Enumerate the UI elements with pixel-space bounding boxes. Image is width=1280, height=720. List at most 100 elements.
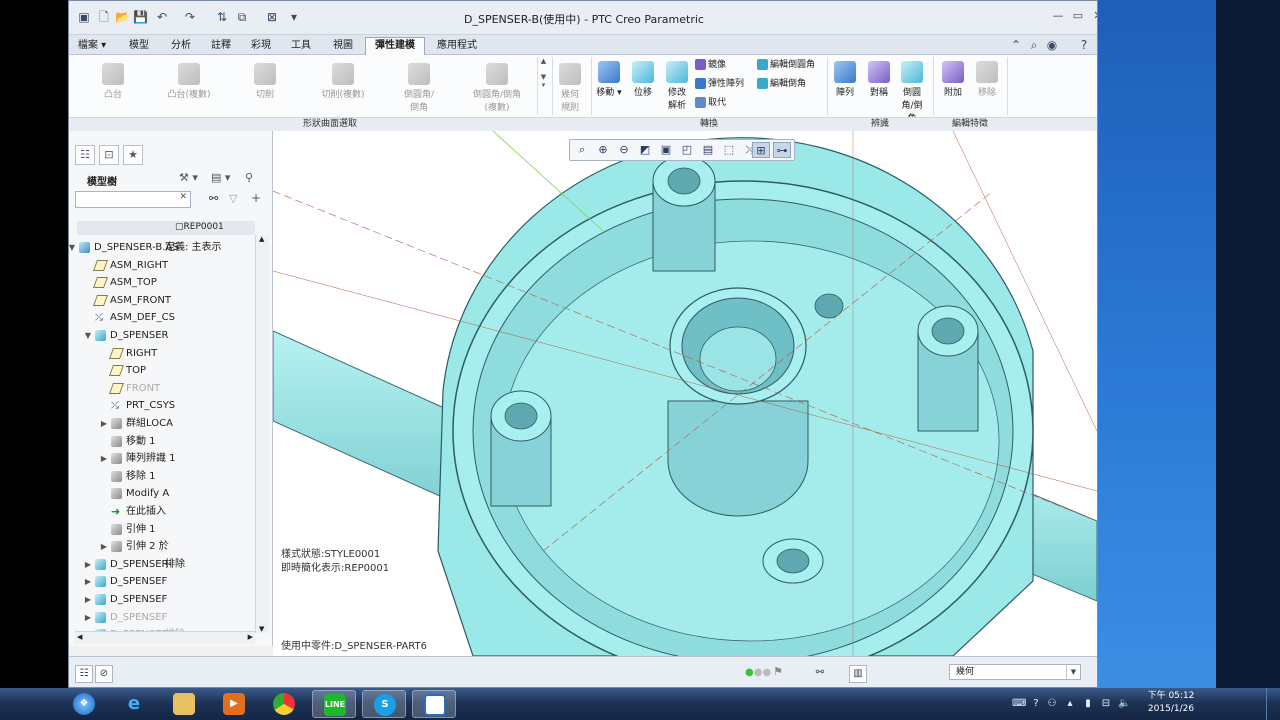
filter-icon[interactable]: ▽: [229, 192, 237, 205]
spin-center-icon[interactable]: ⊞: [752, 142, 770, 158]
open-folder-icon[interactable]: 📂: [115, 10, 130, 24]
help-icon[interactable]: ?: [1077, 38, 1091, 52]
zoom-in-icon[interactable]: ⊕: [594, 142, 612, 158]
geometry-rules-button[interactable]: 幾何規則: [553, 63, 587, 113]
tree-item[interactable]: Modify A: [69, 485, 269, 502]
tree-item[interactable]: ▼ D_SPENSER-B.AS 定義: 主表示: [69, 239, 269, 256]
app-icon[interactable]: ▣: [77, 10, 91, 24]
tab-tools[interactable]: 工具: [281, 38, 321, 55]
quick-access-dropdown-icon[interactable]: ▾: [287, 10, 301, 24]
expand-icon[interactable]: ▶: [99, 415, 109, 432]
search-icon[interactable]: ⌕: [1027, 38, 1041, 52]
tab-model[interactable]: 模型: [119, 38, 159, 55]
favorites-tab-icon[interactable]: ★: [123, 145, 143, 165]
protrusion-multiple-button[interactable]: 凸台(複數): [161, 63, 217, 100]
tray-network-icon[interactable]: ⊟: [1100, 698, 1112, 710]
tree-item[interactable]: ▼ D_SPENSER: [69, 327, 269, 344]
tree-item[interactable]: FRONT: [69, 380, 269, 397]
collapse-icon[interactable]: ▼: [83, 327, 93, 344]
tree-filters-icon[interactable]: ⚲: [245, 171, 253, 184]
taskbar-skype[interactable]: S: [362, 690, 406, 718]
protrusion-button[interactable]: 凸台: [89, 63, 137, 100]
expand-icon[interactable]: ▶: [83, 609, 93, 626]
tree-item[interactable]: 移除 1: [69, 468, 269, 485]
modify-analytic-button[interactable]: 修改解析: [661, 61, 693, 111]
perspective-icon[interactable]: ⬚: [720, 142, 738, 158]
ptc-community-icon[interactable]: ◉: [1045, 38, 1059, 52]
edit-round-button[interactable]: 編輯倒圓角: [757, 57, 815, 73]
folder-browser-tab-icon[interactable]: ⊡: [99, 145, 119, 165]
tree-item[interactable]: 引伸 1: [69, 521, 269, 538]
add-column-icon[interactable]: +: [251, 191, 261, 205]
recognize-symmetry-button[interactable]: 對稱: [863, 61, 895, 98]
saved-orientations-icon[interactable]: ◰: [678, 142, 696, 158]
maximize-button[interactable]: ▭: [1069, 8, 1087, 24]
display-style-icon[interactable]: ▣: [657, 142, 675, 158]
tab-analysis[interactable]: 分析: [161, 38, 201, 55]
annotation-display-icon[interactable]: ⊶: [773, 142, 791, 158]
model-tree-tab-icon[interactable]: ☷: [75, 145, 95, 165]
graphics-window[interactable]: ⌕ ⊕ ⊖ ◩ ▣ ◰ ▤ ⬚ ⤯ ⊞ ⊶ 樣式狀態:STYLE0001 即時簡…: [273, 131, 1097, 656]
mirror-button[interactable]: 鏡像: [695, 57, 726, 73]
tray-volume-icon[interactable]: 🔈: [1118, 698, 1130, 710]
round-chamfer-multiple-button[interactable]: 倒圓角/倒角(複數): [467, 63, 527, 113]
cut-multiple-button[interactable]: 切削(複數): [313, 63, 373, 100]
tree-item[interactable]: ▶ D_SPENSEF: [69, 591, 269, 608]
windows-icon[interactable]: ⧉: [235, 10, 249, 24]
repaint-icon[interactable]: ◩: [636, 142, 654, 158]
tray-power-icon[interactable]: ▮: [1082, 698, 1094, 710]
clear-search-icon[interactable]: ✕: [179, 192, 187, 202]
collapse-icon[interactable]: ▼: [69, 239, 77, 256]
tree-item[interactable]: ▶ D_SPENSEF: [69, 573, 269, 590]
undo-icon[interactable]: ↶: [155, 10, 169, 24]
tree-horizontal-scrollbar[interactable]: ◀ ▶: [75, 631, 255, 644]
tab-file[interactable]: 檔案 ▾: [73, 38, 111, 55]
tree-item[interactable]: ASM_FRONT: [69, 292, 269, 309]
show-browser-icon[interactable]: ⊘: [95, 665, 113, 683]
tab-view[interactable]: 視圖: [323, 38, 363, 55]
tree-item[interactable]: ⤯ ASM_DEF_CS: [69, 309, 269, 326]
taskbar-chrome[interactable]: [262, 690, 306, 718]
tree-item[interactable]: ASM_RIGHT: [69, 257, 269, 274]
flexible-pattern-button[interactable]: 彈性陣列: [695, 76, 744, 92]
taskbar-media-player[interactable]: ▶: [212, 690, 256, 718]
tree-settings-icon[interactable]: ⚒ ▾: [179, 171, 198, 184]
selection-filter-dropdown[interactable]: 幾何 ▼: [949, 664, 1081, 680]
tree-search-input[interactable]: ✕: [75, 191, 191, 208]
tree-item[interactable]: ▶ 陣列辨識 1: [69, 450, 269, 467]
tree-item[interactable]: RIGHT: [69, 345, 269, 362]
zoom-out-icon[interactable]: ⊖: [615, 142, 633, 158]
taskbar-creo[interactable]: [412, 690, 456, 718]
tab-flexible-modeling[interactable]: 彈性建模: [365, 37, 425, 56]
move-button[interactable]: 移動 ▾: [593, 61, 625, 98]
remove-button[interactable]: 移除: [971, 61, 1003, 98]
tree-columns-icon[interactable]: ▤ ▾: [211, 171, 230, 184]
tree-item[interactable]: ▶ 群組LOCA: [69, 415, 269, 432]
show-navigator-icon[interactable]: ☷: [75, 665, 93, 683]
collapse-ribbon-icon[interactable]: ⌃: [1009, 38, 1023, 52]
expand-icon[interactable]: ▶: [83, 556, 93, 573]
edit-chamfer-button[interactable]: 編輯倒角: [757, 76, 806, 92]
tree-item[interactable]: ▶ D_SPENSER-排除: [69, 556, 269, 573]
taskbar-line[interactable]: LINE: [312, 690, 356, 718]
tree-item[interactable]: ➜ 在此插入: [69, 503, 269, 520]
tray-expand-icon[interactable]: ▴: [1064, 698, 1076, 710]
refit-icon[interactable]: ⌕: [573, 142, 591, 158]
round-chamfer-button[interactable]: 倒圓角/倒角: [395, 63, 443, 113]
substitute-button[interactable]: 取代: [695, 95, 726, 111]
minimize-button[interactable]: —: [1049, 8, 1067, 24]
tree-item[interactable]: TOP: [69, 362, 269, 379]
tree-item[interactable]: ▶ D_SPENSEF: [69, 609, 269, 626]
cut-button[interactable]: 切削: [241, 63, 289, 100]
find-binoculars-icon[interactable]: ⚯: [811, 665, 829, 683]
close-button[interactable]: ✕: [1089, 8, 1097, 24]
tree-item[interactable]: 移動 1: [69, 433, 269, 450]
find-icon[interactable]: ⚯: [209, 192, 218, 205]
flag-icon[interactable]: ⚑: [773, 665, 783, 678]
taskbar-explorer[interactable]: [162, 690, 206, 718]
tree-vertical-scrollbar[interactable]: ▲ ▼: [255, 235, 269, 633]
expand-icon[interactable]: ▶: [99, 450, 109, 467]
tab-render[interactable]: 彩現: [241, 38, 281, 55]
regenerate-icon[interactable]: ⇅: [215, 10, 229, 24]
tab-annotate[interactable]: 註釋: [201, 38, 241, 55]
